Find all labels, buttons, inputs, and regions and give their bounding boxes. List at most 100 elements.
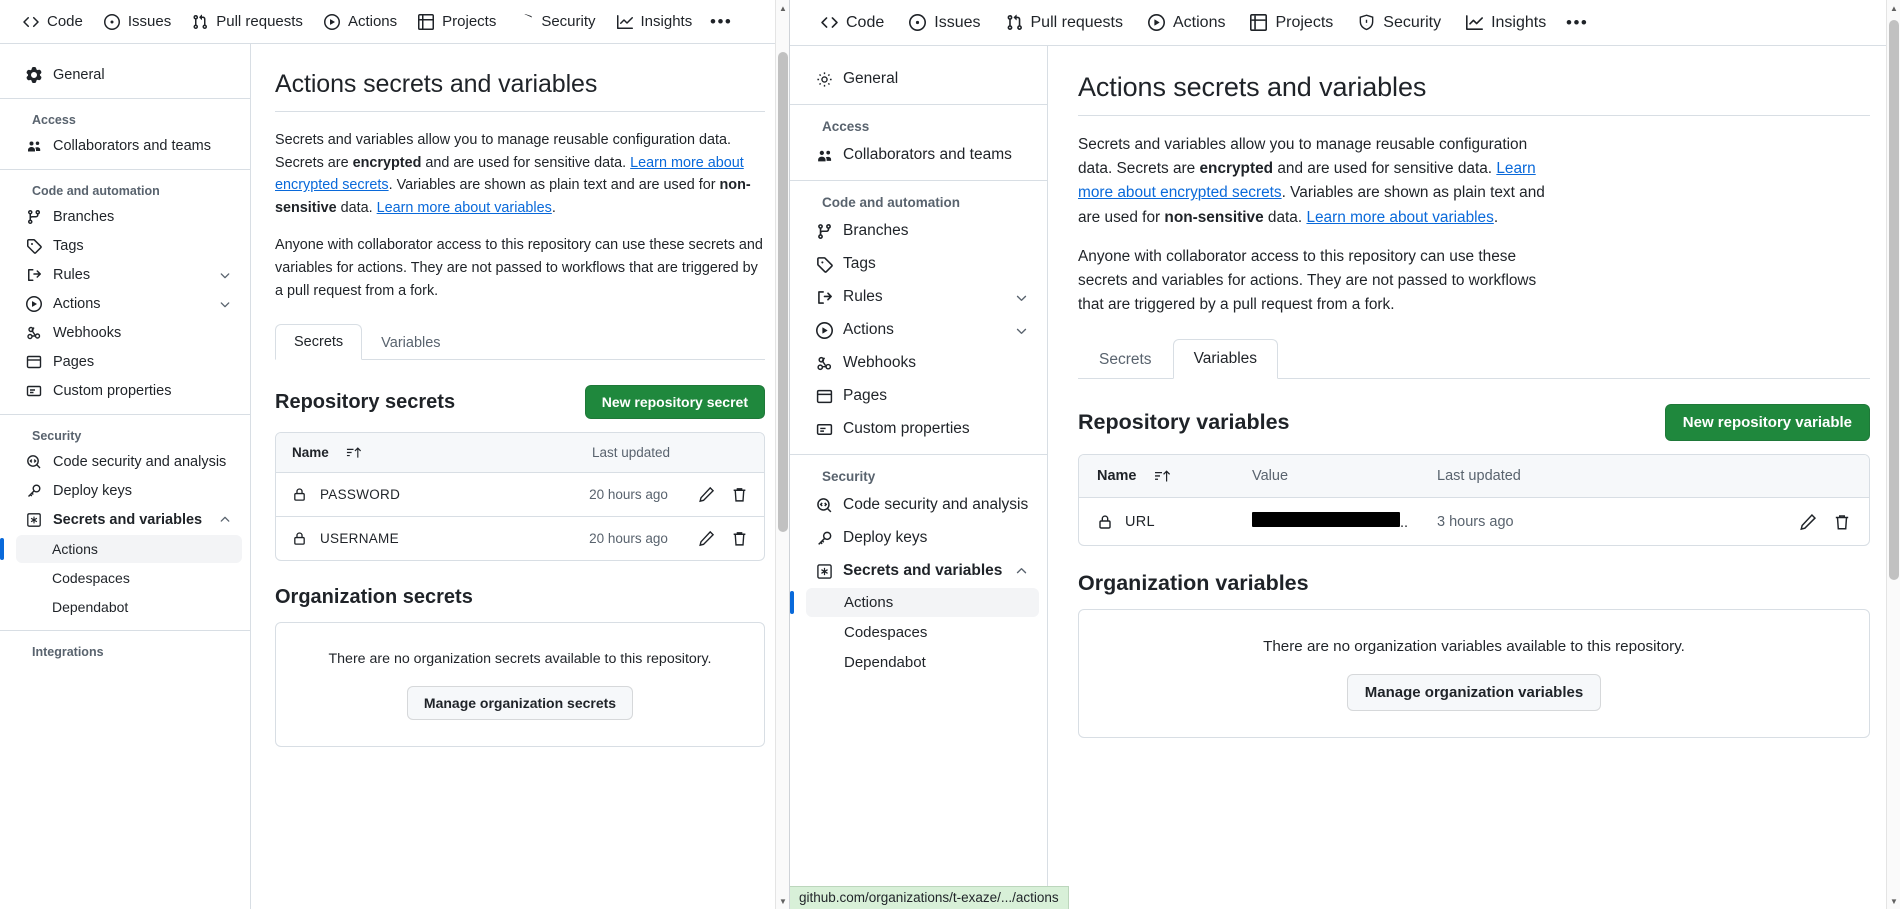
secret-name-cell: PASSWORD <box>292 487 589 502</box>
table-row[interactable]: USERNAME 20 hours ago <box>276 517 764 560</box>
chevron-up-icon[interactable] <box>218 513 232 527</box>
repo-nav-pull-requests[interactable]: Pull requests <box>995 9 1135 37</box>
tab-variables[interactable]: Variables <box>362 325 459 360</box>
sidebar-item-deploy-keys[interactable]: Deploy keys <box>16 477 242 505</box>
sidebar-item-pages-label: Pages <box>843 387 887 404</box>
scroll-down-arrow-icon[interactable]: ▼ <box>776 893 789 909</box>
manage-organization-secrets-button[interactable]: Manage organization secrets <box>406 686 634 721</box>
repo-nav-security[interactable]: Security <box>508 8 604 35</box>
repo-nav-insights[interactable]: Insights <box>1455 9 1557 37</box>
sidebar-subitem-actions[interactable]: Actions <box>790 588 1039 617</box>
lock-icon <box>292 531 309 546</box>
sidebar-item-tags[interactable]: Tags <box>16 232 242 260</box>
organization-secrets-header: Organization secrets <box>275 586 765 609</box>
sidebar-item-rules[interactable]: Rules <box>16 261 242 289</box>
repo-nav-actions[interactable]: Actions <box>1137 9 1236 37</box>
tab-secrets[interactable]: Secrets <box>275 324 363 361</box>
manage-organization-variables-button[interactable]: Manage organization variables <box>1346 674 1602 712</box>
sidebar-subitem-dependabot[interactable]: Dependabot <box>806 648 1039 677</box>
variable-name: URL <box>1125 513 1155 530</box>
sidebar-item-branches[interactable]: Branches <box>806 215 1039 247</box>
delete-secret-icon[interactable] <box>731 530 748 547</box>
chevron-down-icon[interactable] <box>218 268 232 282</box>
repo-nav-insights[interactable]: Insights <box>608 8 702 35</box>
row-actions <box>1799 513 1851 531</box>
repo-nav-projects[interactable]: Projects <box>409 8 505 35</box>
table-row[interactable]: URL .. 3 hours ago <box>1079 498 1869 545</box>
chevron-up-icon[interactable] <box>1014 564 1029 579</box>
sidebar-item-general[interactable]: General <box>16 61 242 89</box>
repo-nav-issues[interactable]: Issues <box>95 8 180 35</box>
repo-nav-right: Code Issues Pull requests Actions Projec… <box>790 0 1900 46</box>
learn-more-variables-link[interactable]: Learn more about variables <box>1306 209 1493 226</box>
table-row[interactable]: PASSWORD 20 hours ago <box>276 473 764 518</box>
left-content: Actions secrets and variables Secrets an… <box>251 44 789 909</box>
sidebar-item-custom-properties[interactable]: Custom properties <box>806 413 1039 445</box>
delete-secret-icon[interactable] <box>731 486 748 503</box>
scroll-thumb[interactable] <box>1889 20 1899 580</box>
learn-more-variables-link[interactable]: Learn more about variables <box>377 200 552 216</box>
tab-secrets[interactable]: Secrets <box>1078 340 1173 379</box>
sidebar-item-collaborators-and-teams[interactable]: Collaborators and teams <box>806 139 1039 171</box>
new-repository-secret-button[interactable]: New repository secret <box>584 385 765 420</box>
sidebar-subitem-codespaces[interactable]: Codespaces <box>16 564 242 592</box>
chevron-down-icon[interactable] <box>1014 323 1029 338</box>
sidebar-divider <box>0 630 250 631</box>
right-panel-scrollbar[interactable]: ▲ ▼ <box>1886 0 1900 909</box>
edit-secret-icon[interactable] <box>698 486 715 503</box>
sidebar-item-tags[interactable]: Tags <box>806 248 1039 280</box>
sidebar-item-collaborators-and-teams[interactable]: Collaborators and teams <box>16 132 242 160</box>
scroll-down-arrow-icon[interactable]: ▼ <box>1887 893 1900 909</box>
repo-nav-code-label: Code <box>846 13 885 31</box>
issue-opened-icon <box>909 14 927 31</box>
sidebar-item-webhooks[interactable]: Webhooks <box>806 347 1039 379</box>
sidebar-item-pages[interactable]: Pages <box>16 348 242 376</box>
repo-nav-more-button[interactable]: ••• <box>1560 9 1594 37</box>
repo-nav-code[interactable]: Code <box>14 8 92 35</box>
sidebar-item-pages[interactable]: Pages <box>806 380 1039 412</box>
sidebar-item-webhooks[interactable]: Webhooks <box>16 319 242 347</box>
sidebar-subitem-dependabot[interactable]: Dependabot <box>16 593 242 621</box>
repo-nav-more-button[interactable]: ••• <box>704 8 738 36</box>
sidebar-subitem-codespaces[interactable]: Codespaces <box>806 618 1039 647</box>
repo-nav-pull-requests[interactable]: Pull requests <box>183 8 312 35</box>
edit-secret-icon[interactable] <box>698 530 715 547</box>
sidebar-item-rules-label: Rules <box>843 288 883 305</box>
chevron-down-icon[interactable] <box>1014 290 1029 305</box>
sidebar-item-custom-properties[interactable]: Custom properties <box>16 377 242 405</box>
note-icon <box>26 383 43 399</box>
scroll-up-arrow-icon[interactable]: ▲ <box>1887 0 1900 16</box>
repo-nav-projects[interactable]: Projects <box>1239 9 1344 37</box>
repo-nav-code[interactable]: Code <box>810 9 895 37</box>
delete-variable-icon[interactable] <box>1833 513 1851 531</box>
sidebar-item-actions[interactable]: Actions <box>16 290 242 318</box>
repo-nav-security[interactable]: Security <box>1347 9 1452 37</box>
chevron-down-icon[interactable] <box>218 297 232 311</box>
scroll-up-arrow-icon[interactable]: ▲ <box>776 0 789 16</box>
new-repository-variable-button[interactable]: New repository variable <box>1664 404 1870 442</box>
repo-nav-pull-requests-label: Pull requests <box>216 13 303 30</box>
repo-nav-actions[interactable]: Actions <box>315 8 406 35</box>
sidebar-item-code-security-and-analysis[interactable]: Code security and analysis <box>806 489 1039 521</box>
left-panel-scrollbar[interactable]: ▲ ▼ <box>775 0 789 909</box>
sidebar-item-deploy-keys[interactable]: Deploy keys <box>806 522 1039 554</box>
repo-nav-issues[interactable]: Issues <box>898 9 991 37</box>
sidebar-item-general[interactable]: General <box>806 63 1039 95</box>
sidebar-item-rules[interactable]: Rules <box>806 281 1039 313</box>
repo-nav-code-label: Code <box>47 13 83 30</box>
sort-ascending-icon[interactable] <box>1154 468 1170 484</box>
organization-variables-header: Organization variables <box>1078 571 1870 596</box>
desc-text-f: data. <box>1263 208 1307 226</box>
sidebar-item-code-security-and-analysis[interactable]: Code security and analysis <box>16 448 242 476</box>
edit-variable-icon[interactable] <box>1799 513 1817 531</box>
sidebar-subitem-actions[interactable]: Actions <box>0 535 242 563</box>
organization-variables-empty-text: There are no organization variables avai… <box>1263 638 1685 656</box>
sidebar-item-actions[interactable]: Actions <box>806 314 1039 346</box>
sidebar-item-branches[interactable]: Branches <box>16 203 242 231</box>
secret-last-updated: 20 hours ago <box>589 487 668 503</box>
scroll-thumb[interactable] <box>778 52 788 532</box>
tab-variables[interactable]: Variables <box>1172 339 1279 380</box>
sort-ascending-icon[interactable] <box>346 445 361 460</box>
sidebar-item-secrets-and-variables[interactable]: Secrets and variables <box>16 506 242 534</box>
sidebar-item-secrets-and-variables[interactable]: Secrets and variables <box>806 555 1039 587</box>
